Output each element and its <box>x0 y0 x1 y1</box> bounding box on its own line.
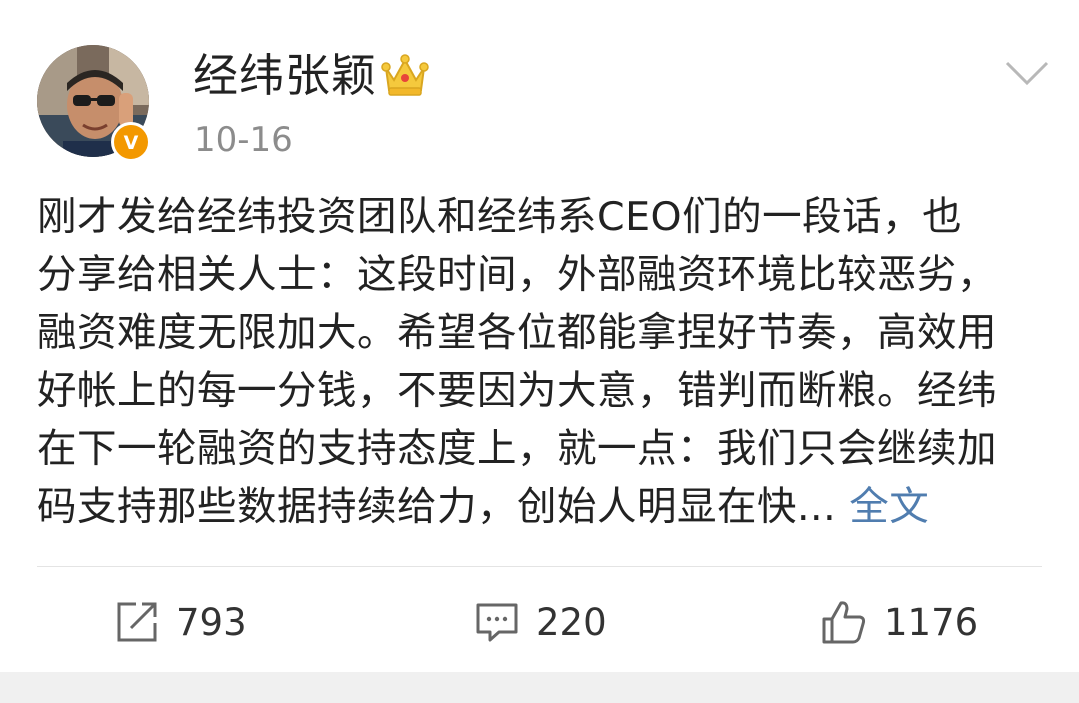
post-timestamp: 10-16 <box>194 120 293 160</box>
crown-icon[interactable] <box>380 52 430 98</box>
author-name[interactable]: 经纬张颖 <box>193 50 377 102</box>
chevron-down-icon[interactable] <box>1004 58 1050 88</box>
content-line-1: 刚才发给经纬投资团队和经纬系CEO们的一段话，也 <box>37 194 963 240</box>
comment-count: 220 <box>536 600 607 644</box>
content-line-2: 分享给相关人士：这段时间，外部融资环境比较恶劣， <box>37 252 997 298</box>
read-more-link[interactable]: 全文 <box>849 484 929 530</box>
repost-count: 793 <box>176 600 247 644</box>
content-line-6: 码支持那些数据持续给力，创始人明显在快... <box>37 484 850 530</box>
comment-button[interactable]: 220 <box>474 590 607 654</box>
divider <box>37 566 1042 567</box>
verified-mark: V <box>124 132 139 153</box>
like-button[interactable]: 1176 <box>820 590 978 654</box>
content-line-3: 融资难度无限加大。希望各位都能拿捏好节奏，高效用 <box>37 310 997 356</box>
repost-button[interactable]: 793 <box>114 590 247 654</box>
feed-separator <box>0 672 1079 703</box>
content-line-4: 好帐上的每一分钱，不要因为大意，错判而断粮。经纬 <box>37 368 997 414</box>
post-content: 刚才发给经纬投资团队和经纬系CEO们的一段话，也 分享给相关人士：这段时间，外部… <box>37 188 1047 536</box>
verified-badge-icon: V <box>111 122 151 162</box>
thumbs-up-icon <box>822 601 866 644</box>
like-count: 1176 <box>884 600 979 644</box>
action-bar: 793 220 1176 <box>0 590 1079 654</box>
comment-icon <box>476 603 518 642</box>
repost-icon <box>117 602 157 642</box>
content-line-5: 在下一轮融资的支持态度上，就一点：我们只会继续加 <box>37 426 997 472</box>
weibo-post-card: V 经纬张颖 10-16 刚才发给经纬投资团队和经纬系CEO们的一段话，也 分享… <box>0 0 1079 672</box>
